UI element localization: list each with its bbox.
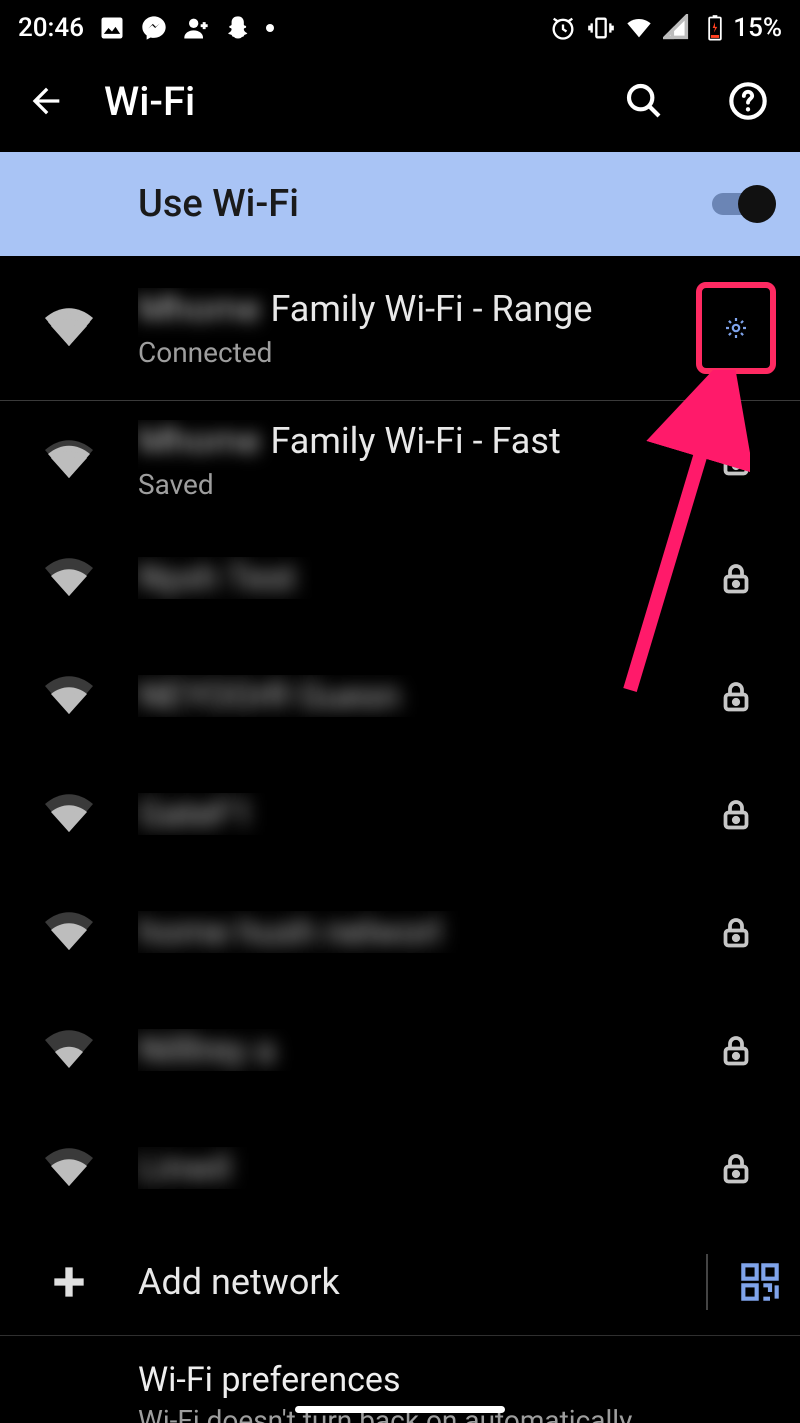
snapchat-icon bbox=[224, 14, 252, 42]
vibrate-icon bbox=[587, 14, 615, 42]
network-name: MhomeFamily Wi-Fi - Fast bbox=[138, 420, 696, 462]
network-name: MhomeFamily Wi-Fi - Range bbox=[138, 288, 696, 330]
network-row[interactable]: Nilllrey a bbox=[0, 991, 800, 1109]
home-indicator[interactable] bbox=[295, 1406, 505, 1413]
status-time: 20:46 bbox=[18, 13, 84, 43]
more-notifications-dot bbox=[266, 24, 274, 32]
lock-icon bbox=[696, 442, 776, 478]
back-button[interactable] bbox=[18, 73, 74, 129]
lock-icon bbox=[696, 1032, 776, 1068]
network-status: Connected bbox=[138, 336, 696, 369]
lock-icon bbox=[696, 914, 776, 950]
messenger-icon bbox=[140, 14, 168, 42]
wifi-signal-icon bbox=[0, 910, 138, 954]
network-row[interactable]: GateF1 bbox=[0, 755, 800, 873]
network-name: home hush nelworl bbox=[138, 911, 696, 953]
wifi-signal-icon bbox=[0, 306, 138, 350]
add-network-row[interactable]: Add network bbox=[0, 1227, 800, 1335]
network-name: Nyxh Test bbox=[138, 557, 696, 599]
wifi-signal-icon bbox=[0, 438, 138, 482]
network-row[interactable]: Linwil bbox=[0, 1109, 800, 1227]
wifi-signal-icon bbox=[0, 792, 138, 836]
wifi-switch[interactable] bbox=[712, 185, 776, 223]
gallery-icon bbox=[98, 14, 126, 42]
battery-pct: 15% bbox=[733, 13, 782, 43]
add-person-icon bbox=[182, 14, 210, 42]
network-status: Saved bbox=[138, 468, 696, 501]
lock-icon bbox=[696, 678, 776, 714]
plus-icon bbox=[0, 1260, 138, 1304]
divider bbox=[706, 1254, 708, 1310]
wifi-status-icon bbox=[625, 14, 653, 42]
qr-scan-button[interactable] bbox=[720, 1262, 800, 1302]
network-name: Nilllrey a bbox=[138, 1029, 696, 1071]
add-network-label: Add network bbox=[138, 1261, 706, 1303]
wifi-prefs-title: Wi-Fi preferences bbox=[138, 1360, 776, 1400]
battery-icon: 15% bbox=[701, 13, 782, 43]
cell-signal-icon bbox=[663, 14, 691, 42]
network-row[interactable]: home hush nelworl bbox=[0, 873, 800, 991]
network-name: Linwil bbox=[138, 1147, 696, 1189]
wifi-signal-icon bbox=[0, 556, 138, 600]
app-bar: Wi-Fi bbox=[0, 56, 800, 146]
lock-icon bbox=[696, 560, 776, 596]
network-settings-button[interactable] bbox=[696, 282, 776, 374]
network-name: GateF1 bbox=[138, 793, 696, 835]
lock-icon bbox=[696, 796, 776, 832]
wifi-signal-icon bbox=[0, 1028, 138, 1072]
search-button[interactable] bbox=[616, 73, 672, 129]
network-row[interactable]: Nyxh Test bbox=[0, 519, 800, 637]
network-row[interactable]: MhomeFamily Wi-Fi - Fast Saved bbox=[0, 401, 800, 519]
status-bar: 20:46 15% bbox=[0, 0, 800, 56]
page-title: Wi-Fi bbox=[104, 78, 586, 125]
network-row[interactable]: MhomeFamily Wi-Fi - Range Connected bbox=[0, 256, 800, 401]
network-row[interactable]: NEYOOrR Guesn bbox=[0, 637, 800, 755]
use-wifi-toggle-row[interactable]: Use Wi-Fi bbox=[0, 152, 800, 256]
wifi-signal-icon bbox=[0, 674, 138, 718]
network-name: NEYOOrR Guesn bbox=[138, 675, 696, 717]
help-button[interactable] bbox=[720, 73, 776, 129]
lock-icon bbox=[696, 1150, 776, 1186]
alarm-icon bbox=[549, 14, 577, 42]
use-wifi-label: Use Wi-Fi bbox=[138, 182, 712, 226]
wifi-signal-icon bbox=[0, 1146, 138, 1190]
network-list: MhomeFamily Wi-Fi - RangeConnectedMhomeF… bbox=[0, 256, 800, 1227]
